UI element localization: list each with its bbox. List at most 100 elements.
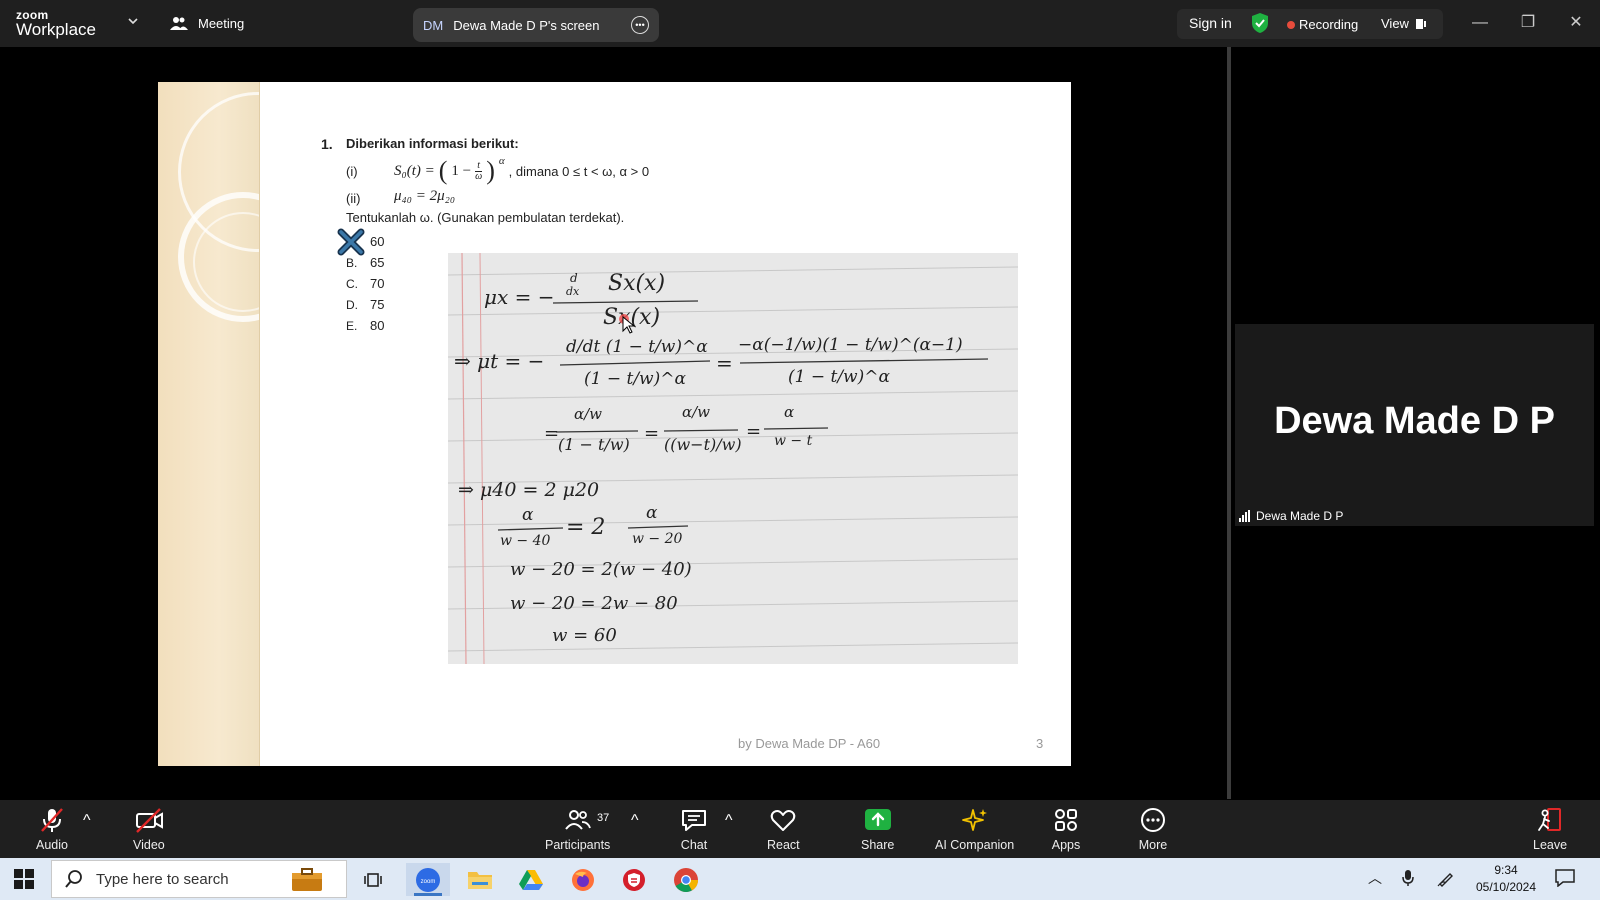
hw-l8: w = 60 [552, 625, 617, 646]
leave-icon [1538, 808, 1562, 831]
handwritten-solution-photo: μx = − d dx Sx(x) Sx(x) ⇒ μt = − d/dt (1… [448, 253, 1018, 664]
more-button[interactable]: More [1138, 806, 1168, 852]
apps-icon [1055, 809, 1077, 831]
taskbar-clock[interactable]: 9:34 05/10/2024 [1474, 862, 1538, 896]
hw-l4: ⇒ μ40 = 2 μ20 [458, 479, 600, 501]
share-button[interactable]: Share [861, 806, 894, 852]
slide-page-number: 3 [1036, 736, 1044, 751]
view-layout-icon [1415, 18, 1426, 29]
react-label: React [767, 838, 800, 852]
apps-button[interactable]: Apps [1051, 806, 1081, 852]
audio-button[interactable]: Audio [36, 806, 68, 852]
presentation-slide: 1. Diberikan informasi berikut: (i) S₀(t… [158, 82, 1071, 766]
option-d-value: 75 [370, 297, 385, 312]
recording-dot-icon [1287, 20, 1295, 29]
participants-options-caret-icon[interactable]: ^ [631, 812, 639, 830]
screen-title: Dewa Made D P's screen [453, 17, 600, 33]
taskbar-task-view[interactable] [352, 863, 396, 896]
taskbar-google-drive[interactable] [509, 863, 553, 896]
briefcase-icon [292, 867, 322, 891]
item-i-condition: , dimana 0 ≤ t < ω, α > 0 [508, 163, 650, 179]
slide-border-line [259, 82, 260, 766]
option-d-letter: D. [346, 298, 358, 312]
recording-indicator[interactable]: Recording [1287, 17, 1358, 32]
notification-icon[interactable] [1555, 869, 1575, 887]
item-i-lhs: S₀(t) = [394, 162, 435, 179]
hw-l5-num2: α [646, 503, 658, 523]
view-button[interactable]: View [1381, 16, 1427, 31]
item-ii-equation: μ₄₀ = 2μ₂₀ [394, 188, 456, 204]
windows-start-icon[interactable] [14, 869, 34, 889]
zoom-logo[interactable]: zoom Workplace [16, 9, 96, 38]
meeting-menu[interactable]: Meeting [170, 15, 244, 31]
close-icon[interactable]: ✕ [1567, 14, 1585, 32]
chat-options-caret-icon[interactable]: ^ [725, 812, 733, 830]
hw-l1-num-d: d [570, 271, 578, 285]
option-c-letter: C. [346, 277, 358, 291]
ai-companion-button[interactable]: AI Companion [935, 806, 1014, 852]
meeting-label: Meeting [198, 15, 245, 31]
participants-icon [564, 810, 591, 830]
hw-l2-den2: (1 − t/w)^α [788, 367, 890, 387]
logo-main-text: Workplace [16, 20, 96, 39]
more-icon [1141, 808, 1165, 832]
more-options-icon[interactable]: ••• [631, 16, 649, 34]
shield-check-icon[interactable] [1250, 12, 1270, 34]
sign-in-button[interactable]: Sign in [1189, 15, 1232, 31]
hw-l3-eq2: = [644, 423, 660, 444]
question-number: 1. [321, 136, 333, 152]
chat-button[interactable]: Chat [679, 806, 709, 852]
mouse-cursor-icon [619, 314, 636, 334]
item-i-paren-open: ( [438, 156, 448, 185]
hw-l5-eq: = 2 [566, 515, 606, 540]
audio-options-caret-icon[interactable]: ^ [83, 812, 91, 830]
clock-time: 9:34 [1494, 863, 1518, 877]
screen-initials: DM [423, 17, 444, 33]
svg-text:zoom: zoom [421, 879, 436, 885]
hw-l3-f2-den: ((w−t)/w) [664, 435, 742, 454]
taskbar-briefcase-app[interactable] [285, 863, 329, 896]
zoom-app-icon: zoom [416, 867, 440, 892]
participant-display-name: Dewa Made D P [1274, 400, 1555, 442]
hw-l5-num: α [522, 505, 534, 525]
hw-l3-eq1: = [544, 423, 560, 444]
react-button[interactable]: React [767, 806, 800, 852]
tray-microphone-icon[interactable] [1401, 869, 1415, 887]
selected-answer-x-icon [337, 228, 365, 256]
video-button[interactable]: Video [133, 806, 165, 852]
hw-l2-eq: = [716, 351, 733, 375]
leave-button[interactable]: Leave [1533, 806, 1567, 852]
tray-pen-icon[interactable] [1437, 869, 1455, 887]
hw-l5-den: w − 40 [500, 533, 551, 549]
taskbar-firefox[interactable] [561, 863, 605, 896]
tray-expand-icon[interactable]: ︿ [1368, 868, 1382, 888]
item-i-label: (i) [346, 164, 358, 179]
heart-icon [771, 810, 796, 831]
more-label: More [1138, 838, 1168, 852]
item-i-equation: S₀(t) = ( 1 − t ω ) α , dimana 0 ≤ t < ω… [394, 155, 650, 186]
item-i-paren-close: ) [486, 156, 495, 185]
chat-icon [682, 810, 706, 831]
taskbar-chrome[interactable] [664, 863, 708, 896]
restore-icon[interactable]: ❐ [1519, 14, 1537, 32]
item-i-one-minus: 1 − [451, 162, 472, 179]
hw-l6: w − 20 = 2(w − 40) [510, 559, 692, 580]
folder-icon [468, 871, 492, 889]
slide-decorative-border [158, 82, 338, 766]
taskbar-red-app[interactable] [612, 863, 656, 896]
chevron-down-icon[interactable] [127, 15, 139, 27]
taskbar-zoom-app[interactable]: zoom [406, 863, 450, 896]
hw-l3-f1-num: α/w [574, 405, 603, 423]
video-label: Video [133, 838, 165, 852]
hw-l3-f2-num: α/w [682, 403, 711, 421]
slide-footer: by Dewa Made DP - A60 [738, 736, 881, 751]
search-placeholder: Type here to search [96, 870, 229, 888]
hw-l1-num: Sx(x) [608, 271, 666, 296]
clock-date: 05/10/2024 [1475, 880, 1537, 894]
hw-l5-den2: w − 20 [632, 531, 683, 547]
hw-l3-eq3: = [746, 421, 762, 442]
taskbar-file-explorer[interactable] [458, 863, 502, 896]
screen-share-pill[interactable]: DM Dewa Made D P's screen ••• [413, 8, 659, 42]
participants-label: Participants [545, 838, 611, 852]
minimize-icon[interactable]: — [1471, 14, 1489, 32]
